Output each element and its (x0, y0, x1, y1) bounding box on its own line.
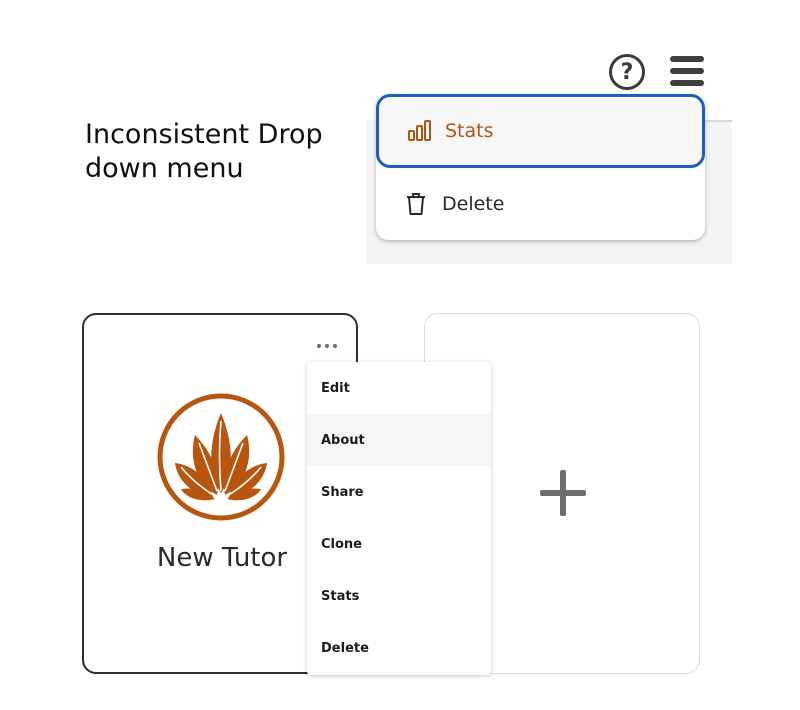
menu-item-label: Delete (321, 640, 369, 656)
menu-item-about[interactable]: About (307, 414, 491, 466)
menu-item-edit[interactable]: Edit (307, 362, 491, 414)
trash-icon (404, 192, 430, 216)
menu-item-delete[interactable]: Delete (307, 622, 491, 674)
menu-item-clone[interactable]: Clone (307, 518, 491, 570)
top-dropdown-menu: Stats Delete (376, 94, 705, 240)
help-glyph: ? (620, 59, 634, 85)
dropdown-item-label: Delete (442, 193, 505, 215)
more-horizontal-icon[interactable] (312, 335, 342, 357)
screen: Inconsistent Drop down menu ? Stats Dele… (0, 0, 800, 710)
menu-item-share[interactable]: Share (307, 466, 491, 518)
plus-icon-vertical (560, 470, 566, 516)
hamburger-menu-icon[interactable] (670, 56, 706, 86)
help-circle-icon[interactable]: ? (609, 54, 645, 90)
menu-item-label: Clone (321, 536, 362, 552)
dropdown-item-stats[interactable]: Stats (376, 94, 705, 168)
card-context-menu: Edit About Share Clone Stats Delete (307, 362, 491, 675)
menu-item-stats[interactable]: Stats (307, 570, 491, 622)
dropdown-item-label: Stats (445, 120, 494, 142)
dropdown-item-delete[interactable]: Delete (376, 168, 705, 240)
menu-item-label: Stats (321, 588, 360, 604)
menu-item-label: Share (321, 484, 364, 500)
menu-item-label: About (321, 432, 365, 448)
annotation-caption: Inconsistent Drop down menu (85, 119, 323, 184)
lotus-leaf-icon (155, 391, 287, 523)
bar-chart-icon (407, 119, 433, 143)
menu-item-label: Edit (321, 380, 350, 396)
